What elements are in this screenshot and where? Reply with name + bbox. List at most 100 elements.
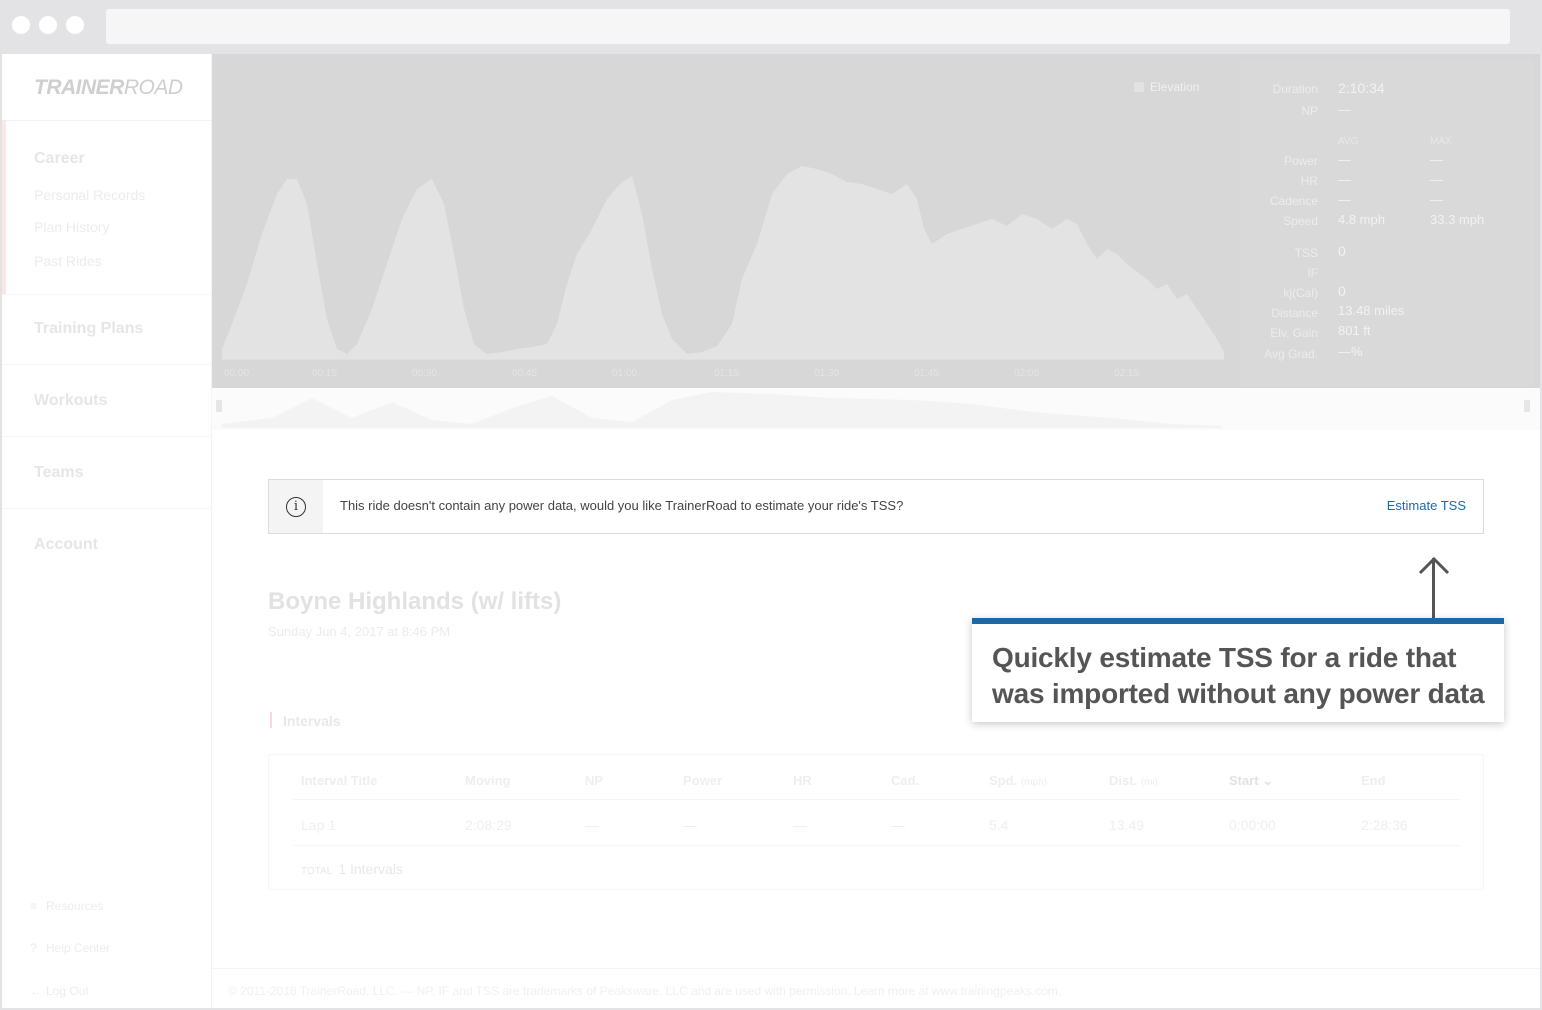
chevron-down-icon: ⌄ xyxy=(1262,773,1274,788)
info-icon: i xyxy=(286,497,306,517)
tick-label: 00:00 xyxy=(224,368,250,379)
column-header-start-sorted[interactable]: Start ⌄ xyxy=(1229,773,1273,789)
trainerroad-logo[interactable]: TRAINERROAD xyxy=(34,76,183,100)
header-unit: (mi) xyxy=(1140,777,1159,788)
active-section-accent xyxy=(2,120,6,294)
table-cell[interactable]: Lap 1 xyxy=(301,817,336,833)
sidebar-item-career[interactable]: Career xyxy=(34,150,85,168)
column-header-speed[interactable]: Spd. (mph) xyxy=(989,773,1047,788)
stat-label: Speed xyxy=(1283,214,1318,228)
window-zoom-button[interactable] xyxy=(66,16,84,34)
table-cell: — xyxy=(891,817,905,833)
navigator-handle-right xyxy=(1524,400,1530,412)
ride-stats-panel: Duration 2:10:34 NP — AVG MAX Power — — … xyxy=(1240,60,1534,386)
sidebar-item-personal-records[interactable]: Personal Records xyxy=(34,187,145,203)
logo-light: ROAD xyxy=(123,76,183,99)
stat-power-max: — xyxy=(1430,152,1443,167)
ride-date: Sunday Jun 4, 2017 at 8:46 PM xyxy=(268,624,451,639)
callout-text: Quickly estimate TSS for a ride that was… xyxy=(992,642,1485,709)
stat-power-avg: — xyxy=(1338,152,1351,167)
table-cell: — xyxy=(793,817,807,833)
browser-titlebar xyxy=(0,0,1542,54)
chart-legend-elevation[interactable]: Elevation xyxy=(1134,80,1199,94)
column-header[interactable]: Moving xyxy=(465,773,511,788)
elevation-area xyxy=(222,166,1224,359)
navigator-handle-left xyxy=(216,400,222,412)
divider xyxy=(2,294,212,295)
stat-label: Elv. Gain xyxy=(1270,326,1318,340)
stat-hr-max: — xyxy=(1430,172,1443,187)
header-text: Dist. xyxy=(1109,773,1138,788)
stat-speed-avg: 4.8 mph xyxy=(1338,212,1385,227)
table-cell: 5.4 xyxy=(989,817,1009,833)
tick-label: 01:30 xyxy=(814,368,840,379)
link-label: Log Out xyxy=(46,984,89,998)
divider xyxy=(2,364,212,365)
stat-label: Distance xyxy=(1271,306,1318,320)
window-minimize-button[interactable] xyxy=(39,16,57,34)
stat-label: NP xyxy=(1301,104,1318,118)
stat-label: TSS xyxy=(1294,246,1318,260)
column-header-distance[interactable]: Dist. (mi) xyxy=(1109,773,1158,788)
sidebar-item-plan-history[interactable]: Plan History xyxy=(34,219,109,235)
tick-label: 01:15 xyxy=(714,368,740,379)
header-text: Start xyxy=(1229,773,1259,788)
total-label: TOTAL xyxy=(301,866,333,877)
tick-label: 00:15 xyxy=(312,368,338,379)
column-head-avg: AVG xyxy=(1338,136,1359,147)
elevation-chart[interactable] xyxy=(212,54,1240,388)
sidebar-item-past-rides[interactable]: Past Rides xyxy=(34,253,102,269)
sidebar-link-help-center[interactable]: ? Help Center xyxy=(30,941,110,955)
divider xyxy=(293,799,1461,800)
column-header[interactable]: HR xyxy=(793,773,812,788)
divider xyxy=(293,845,1461,846)
section-accent xyxy=(270,712,272,728)
stat-cadence-avg: — xyxy=(1338,192,1351,207)
stat-label: HR xyxy=(1300,174,1318,188)
tick-label: 00:30 xyxy=(412,368,438,379)
column-header[interactable]: Cad. xyxy=(891,773,919,788)
intervals-total: TOTAL 1 Intervals xyxy=(301,861,403,877)
address-bar[interactable] xyxy=(106,9,1510,44)
chart-range-navigator[interactable] xyxy=(212,388,1540,430)
legend-swatch xyxy=(1134,82,1144,92)
window-close-button[interactable] xyxy=(12,16,30,34)
column-header[interactable]: End xyxy=(1361,773,1386,788)
table-cell: 2:28:36 xyxy=(1361,817,1408,833)
column-header[interactable]: Power xyxy=(683,773,722,788)
stat-np: — xyxy=(1338,102,1351,117)
table-cell: 2:08:29 xyxy=(465,817,512,833)
stat-kj: 0 xyxy=(1338,283,1346,299)
column-header[interactable]: Interval Title xyxy=(301,773,377,788)
divider xyxy=(212,968,1540,969)
sidebar-item-workouts[interactable]: Workouts xyxy=(34,392,107,410)
stat-label: kj(Cal) xyxy=(1283,286,1318,300)
sidebar-item-account[interactable]: Account xyxy=(34,536,98,554)
total-value: 1 Intervals xyxy=(338,861,403,877)
header-unit: (mph) xyxy=(1020,777,1047,788)
stat-hr-avg: — xyxy=(1338,172,1351,187)
ride-title: Boyne Highlands (w/ lifts) xyxy=(268,588,562,615)
stat-duration: 2:10:34 xyxy=(1338,80,1385,96)
navigator-overview xyxy=(216,392,1530,428)
tick-label: 02:00 xyxy=(1014,368,1040,379)
notice-message: This ride doesn't contain any power data… xyxy=(340,498,904,513)
legend-label: Elevation xyxy=(1150,80,1200,94)
sidebar-link-resources[interactable]: ≡ Resources xyxy=(30,899,103,913)
estimate-tss-link[interactable]: Estimate TSS xyxy=(1387,498,1466,513)
sidebar-item-training-plans[interactable]: Training Plans xyxy=(34,320,143,338)
tick-label: 01:00 xyxy=(612,368,638,379)
notice-icon-box: i xyxy=(269,480,323,533)
column-header[interactable]: NP xyxy=(585,773,603,788)
app-content: TRAINERROAD Career Personal Records Plan… xyxy=(2,54,1540,1008)
divider xyxy=(2,120,212,121)
table-cell: 0:00:00 xyxy=(1229,817,1276,833)
stat-label: Power xyxy=(1283,154,1318,168)
sidebar-link-log-out[interactable]: ← Log Out xyxy=(30,984,89,998)
stat-avg-grade: —% xyxy=(1338,344,1363,359)
sidebar-item-teams[interactable]: Teams xyxy=(34,464,84,482)
logo-bold: TRAINER xyxy=(34,76,124,99)
header-text: Spd. xyxy=(989,773,1018,788)
divider xyxy=(2,508,212,509)
stat-distance: 13.48 miles xyxy=(1338,303,1405,318)
